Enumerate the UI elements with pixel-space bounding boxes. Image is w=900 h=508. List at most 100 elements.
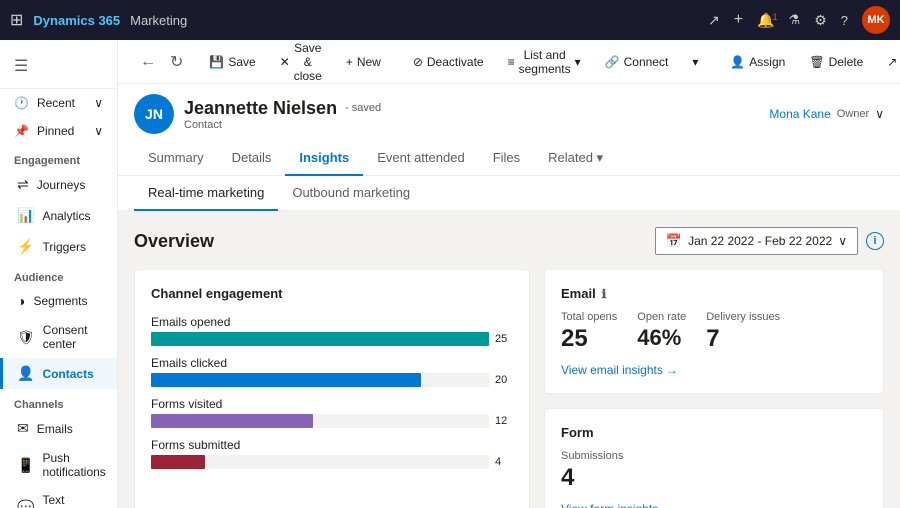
add-icon[interactable]: +: [734, 11, 743, 29]
text-label: Text messages: [42, 493, 103, 508]
record-toolbar: ← ↻ 💾 Save ✕ Save & close + New ⊘ Deacti…: [118, 40, 900, 84]
content-area: Overview 📅 Jan 22 2022 - Feb 22 2022 ∨ i…: [118, 211, 900, 508]
owner-chevron[interactable]: ∨: [875, 107, 884, 121]
emails-opened-fill: [151, 332, 489, 346]
record-name: Jeannette Nielsen: [184, 98, 337, 119]
share-button[interactable]: ↗ Share: [877, 50, 900, 74]
right-column: Email ℹ Total opens 25 Open rate 46%: [544, 269, 884, 508]
delivery-issues-label: Delivery issues: [706, 311, 780, 323]
subtab-realtime[interactable]: Real-time marketing: [134, 176, 278, 211]
view-email-arrow: →: [666, 363, 678, 377]
consent-icon: 🛡: [17, 329, 35, 346]
emails-opened-track: [151, 332, 489, 346]
sidebar-item-journeys[interactable]: ⇌ Journeys: [0, 169, 117, 200]
delete-icon: 🗑: [809, 55, 824, 69]
tab-insights[interactable]: Insights: [285, 142, 363, 176]
subtab-outbound[interactable]: Outbound marketing: [278, 176, 424, 211]
triggers-icon: ⚡: [17, 238, 34, 255]
date-filter[interactable]: 📅 Jan 22 2022 - Feb 22 2022 ∨: [655, 227, 858, 255]
email-card-title: Email ℹ: [561, 286, 867, 301]
segments-icon: ◑: [17, 293, 25, 309]
sidebar-item-push[interactable]: 📱 Push notifications: [0, 444, 117, 486]
email-info-icon[interactable]: ℹ: [602, 287, 607, 301]
recent-icon: 🕐: [14, 96, 29, 110]
deactivate-button[interactable]: ⊘ Deactivate: [403, 50, 494, 74]
text-icon: 💬: [17, 499, 34, 508]
email-metrics-row: Total opens 25 Open rate 46% Delivery is…: [561, 311, 867, 353]
external-link-icon[interactable]: ↗: [708, 12, 720, 29]
info-icon[interactable]: i: [866, 232, 884, 250]
assign-icon: 👤: [730, 55, 745, 69]
open-rate-label: Open rate: [637, 311, 686, 323]
view-email-insights-link[interactable]: View email insights →: [561, 363, 867, 377]
segments-label: Segments: [33, 294, 87, 308]
open-rate-value: 46%: [637, 325, 686, 351]
form-metric-card: Form Submissions 4 View form insights →: [544, 408, 884, 508]
audience-section-header: Audience: [0, 262, 117, 286]
pinned-icon: 📌: [14, 124, 29, 138]
emails-icon: ✉: [17, 420, 29, 437]
new-button[interactable]: + New: [336, 50, 391, 74]
tab-files[interactable]: Files: [479, 142, 534, 176]
view-form-insights-link[interactable]: View form insights →: [561, 502, 867, 508]
top-nav-icons: ↗ + 🔔1 ⚗ ⚙ ? MK: [708, 6, 890, 34]
sidebar-item-analytics[interactable]: 📊 Analytics: [0, 200, 117, 231]
submissions-label: Submissions: [561, 450, 623, 462]
recent-label: Recent: [37, 96, 75, 110]
sidebar-item-triggers[interactable]: ⚡ Triggers: [0, 231, 117, 262]
bell-icon[interactable]: 🔔1: [757, 12, 774, 29]
date-chevron: ∨: [838, 234, 847, 248]
list-segments-button[interactable]: ≡ List and segments ▾: [498, 43, 591, 81]
channel-engagement-title: Channel engagement: [151, 286, 513, 301]
bell-badge: 1: [773, 12, 778, 22]
record-saved-indicator: - saved: [345, 102, 381, 114]
tab-event-attended[interactable]: Event attended: [363, 142, 478, 176]
save-close-icon: ✕: [280, 55, 290, 69]
user-avatar[interactable]: MK: [862, 6, 890, 34]
forms-submitted-label: Forms submitted: [151, 438, 513, 452]
assign-button[interactable]: 👤 Assign: [720, 50, 795, 74]
calendar-icon: 📅: [666, 233, 682, 249]
connect-dropdown-icon: ▾: [692, 55, 698, 69]
help-icon[interactable]: ?: [841, 13, 848, 28]
refresh-button[interactable]: ↻: [164, 48, 189, 76]
emails-opened-value: 25: [495, 333, 513, 345]
sidebar-item-segments[interactable]: ◑ Segments: [0, 286, 117, 316]
main-content: ← ↻ 💾 Save ✕ Save & close + New ⊘ Deacti…: [118, 40, 900, 508]
hamburger-menu[interactable]: ☰: [0, 48, 117, 84]
forms-visited-track: [151, 414, 489, 428]
emails-label: Emails: [37, 422, 73, 436]
save-icon: 💾: [209, 55, 224, 69]
filter-icon[interactable]: ⚗: [789, 12, 801, 28]
save-close-button[interactable]: ✕ Save & close: [270, 40, 332, 88]
tab-details[interactable]: Details: [218, 142, 286, 176]
pinned-label: Pinned: [37, 124, 74, 138]
sidebar-item-recent[interactable]: 🕐 Recent ∨: [0, 89, 117, 117]
settings-icon[interactable]: ⚙: [814, 12, 827, 29]
tab-related[interactable]: Related ▾: [534, 142, 617, 176]
sidebar-item-pinned[interactable]: 📌 Pinned ∨: [0, 117, 117, 145]
app-grid-icon[interactable]: ⊞: [10, 10, 23, 30]
connect-button[interactable]: 🔗 Connect: [595, 50, 679, 74]
save-button[interactable]: 💾 Save: [199, 50, 265, 74]
delete-button[interactable]: 🗑 Delete: [799, 50, 873, 74]
sidebar-item-consent-center[interactable]: 🛡 Consent center: [0, 316, 117, 358]
back-button[interactable]: ←: [134, 49, 162, 75]
emails-clicked-row: Emails clicked 20: [151, 356, 513, 387]
journeys-label: Journeys: [37, 178, 86, 192]
total-opens-value: 25: [561, 325, 617, 353]
sidebar-item-contacts[interactable]: 👤 Contacts: [0, 358, 117, 389]
date-range-text: Jan 22 2022 - Feb 22 2022: [688, 234, 832, 248]
record-avatar: JN: [134, 94, 174, 134]
push-label: Push notifications: [42, 451, 105, 479]
sidebar-item-emails[interactable]: ✉ Emails: [0, 413, 117, 444]
view-form-arrow: →: [661, 502, 673, 508]
contacts-icon: 👤: [17, 365, 34, 382]
connect-chevron-button[interactable]: ▾: [682, 50, 708, 74]
cards-row: Channel engagement Emails opened 25 Emai…: [134, 269, 884, 508]
sidebar-item-text[interactable]: 💬 Text messages: [0, 486, 117, 508]
tab-summary[interactable]: Summary: [134, 142, 218, 176]
forms-visited-value: 12: [495, 415, 513, 427]
owner-name[interactable]: Mona Kane: [769, 107, 830, 121]
analytics-icon: 📊: [17, 207, 34, 224]
